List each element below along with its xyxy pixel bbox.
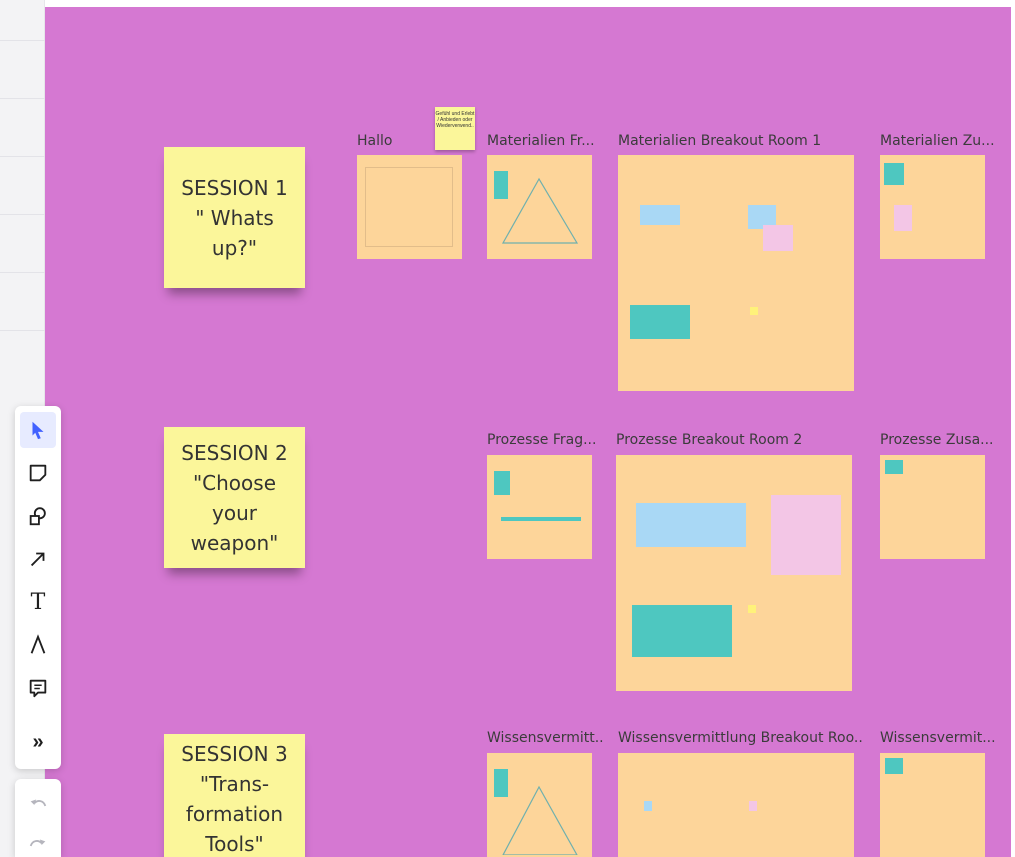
text-icon: T: [30, 589, 46, 615]
more-chevrons-icon: »: [32, 730, 44, 753]
frame-title-materialien-zus[interactable]: Materialien Zu...: [880, 133, 996, 149]
redo-button[interactable]: [20, 827, 56, 857]
more-tools-button[interactable]: »: [20, 724, 56, 760]
sticky-note-tool-button[interactable]: [20, 455, 56, 491]
board-canvas[interactable]: SESSION 1 " Whats up?" SESSION 2 "Choose…: [45, 7, 1011, 857]
sticky-note-icon: [29, 464, 47, 482]
undo-button[interactable]: [20, 787, 56, 823]
session-1-line: up?": [211, 235, 258, 260]
session-3-line: "Trans-: [199, 772, 270, 796]
session-3-line: Tools": [205, 832, 264, 856]
session-1-note[interactable]: SESSION 1 " Whats up?": [164, 147, 305, 288]
frame-prozesse-zus[interactable]: [880, 455, 985, 559]
session-1-line: SESSION 1: [181, 175, 288, 200]
frame-title-materialien-fragen[interactable]: Materialien Fr...: [487, 133, 597, 149]
session-2-line: "Choose: [192, 470, 277, 495]
frame-title-wissens-zus[interactable]: Wissensvermit...: [880, 730, 996, 746]
frame-title-prozesse-zus[interactable]: Prozesse Zusa...: [880, 432, 996, 448]
cursor-icon: [32, 421, 44, 440]
arrow-icon: [30, 552, 45, 567]
undo-icon: [30, 799, 47, 807]
frame-wissens-fragen[interactable]: [487, 753, 592, 857]
frame-title-hallo[interactable]: Hallo: [357, 133, 407, 149]
select-tool-button[interactable]: [20, 412, 56, 448]
session-2-line: your: [212, 500, 257, 525]
frame-materialien-zus[interactable]: [880, 155, 985, 259]
frame-prozesse-breakout[interactable]: [616, 455, 852, 691]
floating-sticky-note[interactable]: Gefühl und Erlebt / Anbieden oder Wieder…: [435, 107, 475, 150]
frame-title-wissens-fragen[interactable]: Wissensvermitt...: [487, 730, 603, 746]
frame-title-materialien-breakout[interactable]: Materialien Breakout Room 1: [618, 133, 858, 149]
session-3-line: SESSION 3: [181, 742, 288, 766]
frame-materialien-fragen[interactable]: [487, 155, 592, 259]
session-2-line: SESSION 2: [181, 440, 288, 465]
frame-title-wissens-breakout[interactable]: Wissensvermittlung Breakout Roo...: [618, 730, 863, 746]
frame-materialien-breakout[interactable]: [618, 155, 854, 391]
frame-title-prozesse-breakout[interactable]: Prozesse Breakout Room 2: [616, 432, 856, 448]
shapes-tool-button[interactable]: [20, 498, 56, 534]
text-tool-button[interactable]: T: [20, 584, 56, 620]
redo-icon: [29, 839, 46, 847]
creation-toolbar: T »: [15, 406, 61, 769]
session-3-note[interactable]: SESSION 3 "Trans- formation Tools": [164, 734, 305, 857]
pen-icon: [30, 634, 46, 654]
session-2-note[interactable]: SESSION 2 "Choose your weapon": [164, 427, 305, 568]
frame-wissens-breakout[interactable]: [618, 753, 854, 857]
undo-redo-panel: [15, 779, 61, 857]
session-2-line: weapon": [190, 530, 279, 555]
frame-prozesse-fragen[interactable]: [487, 455, 592, 559]
session-3-line: formation: [185, 802, 284, 826]
frame-hallo[interactable]: [357, 155, 462, 259]
shapes-icon: [29, 507, 46, 526]
comment-tool-button[interactable]: [20, 670, 56, 706]
connection-line-tool-button[interactable]: [20, 541, 56, 577]
session-1-line: " Whats: [195, 205, 274, 230]
comment-icon: [29, 679, 47, 698]
pen-tool-button[interactable]: [20, 627, 56, 663]
frame-title-prozesse-fragen[interactable]: Prozesse Frag...: [487, 432, 597, 448]
frame-wissens-zus[interactable]: [880, 753, 985, 857]
